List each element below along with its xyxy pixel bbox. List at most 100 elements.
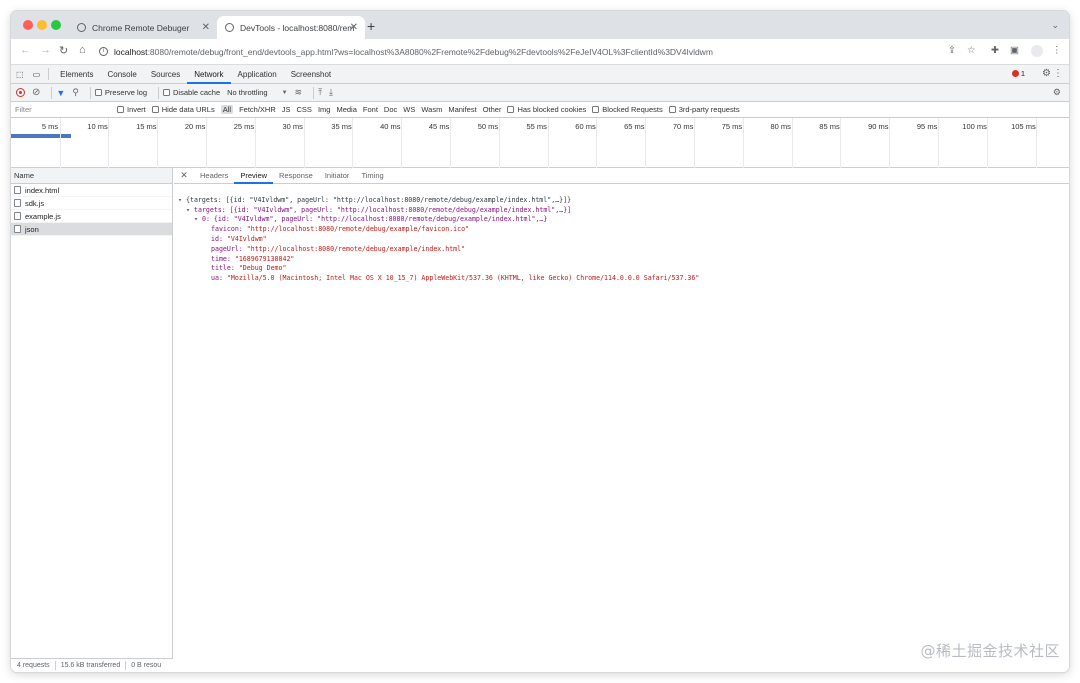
inspect-element-icon[interactable]: ⬚ bbox=[11, 65, 29, 84]
tree-root-row[interactable]: ▾ {targets: [{id: "V4Ivldwm", pageUrl: "h… bbox=[178, 196, 1069, 206]
timeline-tick-label: 60 ms bbox=[575, 122, 596, 131]
tab-screenshot[interactable]: Screenshot bbox=[284, 65, 338, 84]
invert-checkbox[interactable]: Invert bbox=[117, 105, 146, 114]
request-row-index-html[interactable]: index.html bbox=[11, 184, 172, 197]
tab-network[interactable]: Network bbox=[187, 65, 231, 84]
network-settings-icon[interactable]: ⚙ bbox=[1053, 87, 1061, 98]
request-details: ✕ Headers Preview Response Initiator Tim… bbox=[174, 168, 1069, 672]
column-header-name[interactable]: Name bbox=[11, 168, 172, 184]
issues-badge[interactable]: 1 bbox=[1011, 69, 1025, 78]
timeline-tick-label: 25 ms bbox=[233, 122, 255, 131]
back-button[interactable]: ← bbox=[20, 44, 31, 56]
checkbox-box bbox=[94, 89, 102, 96]
filter-type-img[interactable]: Img bbox=[318, 105, 331, 114]
tab-preview[interactable]: Preview bbox=[234, 168, 274, 184]
prop-key: favicon: bbox=[211, 225, 243, 234]
site-info-icon[interactable]: i bbox=[99, 47, 108, 56]
settings-gear-icon[interactable]: ⚙ bbox=[1042, 68, 1051, 79]
preserve-log-label: Preserve log bbox=[104, 88, 148, 97]
extensions-icon[interactable]: ✚ bbox=[991, 45, 999, 56]
new-tab-button[interactable]: + bbox=[367, 18, 375, 34]
tab-headers[interactable]: Headers bbox=[194, 168, 234, 184]
prop-value: "http://localhost:8080/remote/debug/exam… bbox=[246, 225, 470, 234]
share-icon[interactable]: ⇪ bbox=[948, 45, 956, 56]
has-blocked-cookies-checkbox[interactable]: Has blocked cookies bbox=[507, 105, 586, 114]
device-toolbar-icon[interactable]: ▭ bbox=[29, 65, 45, 84]
disable-cache-checkbox[interactable]: Disable cache bbox=[163, 88, 220, 97]
filter-type-font[interactable]: Font bbox=[363, 105, 378, 114]
filter-input[interactable]: Filter bbox=[11, 105, 117, 114]
prop-value: "V4Ivldwm" bbox=[226, 234, 267, 243]
filter-funnel-icon[interactable]: ▼ bbox=[56, 88, 65, 98]
network-toolbar: ⊘ ▼ ⚲ Preserve log Disable cache No thro… bbox=[11, 84, 1069, 102]
timeline-tick-label: 40 ms bbox=[380, 122, 401, 131]
bookmark-star-icon[interactable]: ☆ bbox=[967, 45, 976, 56]
throttling-select[interactable]: No throttling ▼ bbox=[227, 88, 287, 97]
clear-icon[interactable]: ⊘ bbox=[32, 87, 40, 98]
timeline-gridline bbox=[205, 118, 207, 168]
timeline-tick-label: 85 ms bbox=[819, 122, 840, 131]
browser-tab-devtools[interactable]: DevTools - localhost:8080/rem ✕ bbox=[217, 16, 365, 39]
tree-item-0-row[interactable]: ▾ 0: {id: "V4Ivldwm", pageUrl: "http://lo… bbox=[178, 215, 1069, 225]
tab-initiator[interactable]: Initiator bbox=[319, 168, 356, 184]
tab-application[interactable]: Application bbox=[231, 65, 284, 84]
export-har-icon[interactable]: ⤓ bbox=[329, 87, 333, 98]
filter-type-other[interactable]: Other bbox=[483, 105, 502, 114]
tab-timing[interactable]: Timing bbox=[355, 168, 389, 184]
filter-type-doc[interactable]: Doc bbox=[384, 105, 397, 114]
checkbox-box bbox=[163, 89, 171, 96]
filter-type-all[interactable]: All bbox=[220, 105, 234, 114]
tree-targets-row[interactable]: ▾ targets: [{id: "V4Ivldwm", pageUrl: "ht… bbox=[178, 206, 1069, 216]
timeline-tick-label: 105 ms bbox=[1011, 122, 1036, 131]
filter-type-media[interactable]: Media bbox=[336, 105, 356, 114]
request-row-json[interactable]: json bbox=[11, 223, 172, 236]
record-button[interactable] bbox=[16, 88, 25, 97]
import-har-icon[interactable]: ⤒ bbox=[318, 87, 322, 98]
reload-button[interactable]: ↻ bbox=[59, 44, 68, 57]
address-bar[interactable]: i localhost:8080/remote/debug/front_end/… bbox=[99, 42, 954, 61]
window-minimize-button[interactable] bbox=[37, 20, 47, 30]
tab-console[interactable]: Console bbox=[100, 65, 143, 84]
network-conditions-icon[interactable]: ≋ bbox=[295, 87, 303, 98]
tab-close-icon[interactable]: ✕ bbox=[350, 22, 358, 33]
hide-data-urls-checkbox[interactable]: Hide data URLs bbox=[151, 105, 215, 114]
details-tabbar: ✕ Headers Preview Response Initiator Tim… bbox=[174, 168, 1069, 184]
filter-type-ws[interactable]: WS bbox=[403, 105, 415, 114]
request-list: Name index.html sdk.js example.js json 4… bbox=[11, 168, 173, 672]
filter-type-css[interactable]: CSS bbox=[297, 105, 312, 114]
tab-elements[interactable]: Elements bbox=[53, 65, 100, 84]
filter-type-fetch-xhr[interactable]: Fetch/XHR bbox=[239, 105, 276, 114]
filter-type-manifest[interactable]: Manifest bbox=[448, 105, 476, 114]
blocked-requests-checkbox[interactable]: Blocked Requests bbox=[592, 105, 663, 114]
side-panel-icon[interactable]: ▣ bbox=[1010, 45, 1019, 56]
forward-button[interactable]: → bbox=[40, 44, 51, 56]
window-zoom-button[interactable] bbox=[51, 20, 61, 30]
tab-sources[interactable]: Sources bbox=[144, 65, 187, 84]
search-icon[interactable]: ⚲ bbox=[72, 87, 79, 98]
request-row-sdk-js[interactable]: sdk.js bbox=[11, 197, 172, 210]
request-count: 4 requests bbox=[17, 662, 50, 669]
tab-search-icon[interactable]: ⌄ bbox=[1051, 20, 1059, 31]
prop-favicon: favicon: "http://localhost:8080/remote/d… bbox=[178, 225, 1069, 235]
tab-close-icon[interactable]: ✕ bbox=[202, 22, 210, 33]
third-party-checkbox[interactable]: 3rd-party requests bbox=[668, 105, 740, 114]
request-row-example-js[interactable]: example.js bbox=[11, 210, 172, 223]
expand-triangle-icon[interactable]: ▾ bbox=[178, 196, 186, 206]
browser-tab-remote-debuger[interactable]: Chrome Remote Debuger ✕ bbox=[69, 16, 217, 39]
tab-response[interactable]: Response bbox=[273, 168, 319, 184]
timeline-gridline bbox=[59, 118, 61, 168]
filter-type-js[interactable]: JS bbox=[282, 105, 291, 114]
profile-avatar-icon[interactable] bbox=[1031, 45, 1043, 57]
close-details-icon[interactable]: ✕ bbox=[174, 170, 194, 181]
expand-triangle-icon[interactable]: ▾ bbox=[186, 206, 194, 216]
devtools-more-icon[interactable]: ⋮ bbox=[1053, 68, 1063, 79]
filter-type-wasm[interactable]: Wasm bbox=[421, 105, 442, 114]
preserve-log-checkbox[interactable]: Preserve log bbox=[94, 88, 148, 97]
network-overview-timeline[interactable]: 5 ms 10 ms 15 ms 20 ms 25 ms 30 ms 35 ms 40 ms 4… bbox=[11, 118, 1069, 168]
expand-triangle-icon[interactable]: ▾ bbox=[194, 215, 202, 225]
devtools-tabbar: ⬚ ▭ Elements Console Sources Network App… bbox=[11, 65, 1069, 84]
window-close-button[interactable] bbox=[23, 20, 33, 30]
home-button[interactable]: ⌂ bbox=[79, 44, 86, 56]
browser-menu-icon[interactable]: ⋮ bbox=[1052, 45, 1062, 56]
error-icon bbox=[1011, 70, 1019, 77]
